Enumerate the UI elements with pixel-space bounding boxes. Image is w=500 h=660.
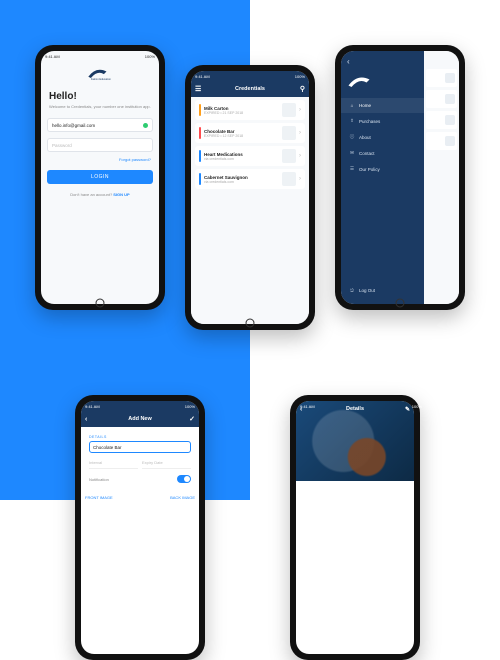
status-battery: 100% xyxy=(145,54,155,59)
status-bar-indicator xyxy=(199,150,201,162)
logout-icon: ⎋ xyxy=(349,288,355,293)
chevron-right-icon: › xyxy=(299,107,301,113)
drawer-item-label: Purchases xyxy=(359,119,380,124)
status-bar-indicator xyxy=(199,173,201,185)
forgot-password-link[interactable]: Forgot password? xyxy=(41,155,159,166)
email-value: hello.info@gmail.com xyxy=(52,123,95,128)
navbar: ☰ Credentials ⚲ xyxy=(191,81,309,97)
credential-row[interactable]: Milk Carton EXPIRED • 21 SEP 2018 › xyxy=(195,100,305,120)
notification-label: Notification xyxy=(89,477,109,482)
hero-image: ‹ Details ✎ xyxy=(296,401,414,481)
status-bar: 9:41 AM 100% xyxy=(41,51,159,61)
status-bar: 9:41 AM100% xyxy=(81,401,199,411)
search-icon[interactable]: ⚲ xyxy=(300,81,305,97)
home-button-icon[interactable] xyxy=(245,318,255,328)
drawer-item-icon: ⇪ xyxy=(349,118,355,124)
list-item[interactable] xyxy=(426,132,457,150)
phone-login: 9:41 AM 100% Falcon Education Hello! Wel… xyxy=(35,45,165,310)
check-icon xyxy=(143,123,148,128)
status-bar: 9:41 AM100% xyxy=(296,401,414,411)
chevron-right-icon: › xyxy=(299,130,301,136)
drawer-item[interactable]: ⌂ Home xyxy=(341,98,424,113)
drawer-item-label: Log Out xyxy=(359,288,375,293)
svg-text:Falcon Education: Falcon Education xyxy=(91,77,111,81)
drawer-item[interactable]: ✉ Contact xyxy=(341,145,424,161)
drawer-item-label: Contact xyxy=(359,151,375,156)
details-section: DETAILS Chocolate Bar Interval Expiry Da… xyxy=(85,431,195,487)
signup-prompt: Don't have an account? SIGN UP xyxy=(41,188,159,201)
name-field[interactable]: Chocolate Bar xyxy=(89,441,191,453)
item-thumbnail xyxy=(282,149,296,163)
home-button-icon[interactable] xyxy=(395,298,405,308)
item-thumbnail xyxy=(282,172,296,186)
item-thumbnail xyxy=(282,103,296,117)
drawer-item[interactable]: ☰ Our Policy xyxy=(341,161,424,177)
status-bar: 9:41 AM100% xyxy=(191,71,309,81)
drawer-item-icon: ⌂ xyxy=(349,103,355,108)
item-meta: via credentials.com xyxy=(204,157,279,161)
drawer-item[interactable]: ⇪ Purchases xyxy=(341,113,424,129)
navbar: ‹ Add New ✓ xyxy=(81,411,199,427)
image-footer: FRONT IMAGE BACK IMAGE xyxy=(81,491,199,504)
login-button[interactable]: LOGIN xyxy=(47,170,153,184)
credential-row[interactable]: Chocolate Bar EXPIRED • 12 SEP 2018 › xyxy=(195,123,305,143)
email-field[interactable]: hello.info@gmail.com xyxy=(47,118,153,132)
credential-row[interactable]: Cabernet Sauvignon via credentials.com › xyxy=(195,169,305,189)
home-button-icon[interactable] xyxy=(95,298,105,308)
interval-field[interactable]: Interval xyxy=(89,457,138,469)
phone-details: 9:41 AM100% ‹ Details ✎ xyxy=(290,395,420,660)
status-time: 9:41 AM xyxy=(45,54,60,59)
brand-logo: Falcon Education xyxy=(87,65,113,81)
front-image-button[interactable]: FRONT IMAGE xyxy=(85,495,113,500)
item-meta: EXPIRED • 21 SEP 2018 xyxy=(204,111,279,115)
menu-icon[interactable]: ☰ xyxy=(195,81,201,97)
status-bar-indicator xyxy=(199,104,201,116)
phone-drawer: ‹ ⌂ Home⇪ Purchasesⓘ About✉ Contact☰ Our… xyxy=(335,45,465,310)
phone-credentials: 9:41 AM100% ☰ Credentials ⚲ Milk Carton … xyxy=(185,65,315,330)
list-item[interactable] xyxy=(426,90,457,108)
back-icon[interactable]: ‹ xyxy=(85,411,87,427)
greeting-title: Hello! xyxy=(41,83,159,104)
drawer-item-label: Our Policy xyxy=(359,167,380,172)
item-meta: via credentials.com xyxy=(204,180,279,184)
navbar-title: Add New xyxy=(128,416,152,422)
drawer-item-label: Home xyxy=(359,103,371,108)
list-item[interactable] xyxy=(426,69,457,87)
back-image-button[interactable]: BACK IMAGE xyxy=(170,495,195,500)
drawer-item-icon: ✉ xyxy=(349,150,355,156)
phone-add-new: 9:41 AM100% ‹ Add New ✓ DETAILS Chocolat… xyxy=(75,395,205,660)
expiry-field[interactable]: Expiry Date xyxy=(142,457,191,469)
credentials-list: Milk Carton EXPIRED • 21 SEP 2018 › Choc… xyxy=(191,97,309,324)
drawer-item-icon: ☰ xyxy=(349,166,355,172)
drawer-logout[interactable]: ⎋ Log Out xyxy=(341,283,424,298)
section-label: DETAILS xyxy=(89,435,191,439)
item-thumbnail xyxy=(282,126,296,140)
status-bar-indicator xyxy=(199,127,201,139)
list-item[interactable] xyxy=(426,111,457,129)
signup-link[interactable]: SIGN UP xyxy=(113,192,129,197)
check-icon[interactable]: ✓ xyxy=(189,411,195,427)
navbar-title: Credentials xyxy=(235,86,265,92)
notification-toggle[interactable] xyxy=(177,475,191,483)
back-icon[interactable]: ‹ xyxy=(341,57,424,70)
nav-drawer: ‹ ⌂ Home⇪ Purchasesⓘ About✉ Contact☰ Our… xyxy=(341,51,424,304)
drawer-item-label: About xyxy=(359,135,371,140)
chevron-right-icon: › xyxy=(299,176,301,182)
greeting-subtitle: Welcome to Credentials, your number one … xyxy=(41,104,159,115)
drawer-item[interactable]: ⓘ About xyxy=(341,129,424,145)
content-peek xyxy=(424,51,459,304)
drawer-item-icon: ⓘ xyxy=(349,134,355,140)
password-field[interactable]: Password xyxy=(47,138,153,152)
brand-logo xyxy=(347,72,377,90)
item-meta: EXPIRED • 12 SEP 2018 xyxy=(204,134,279,138)
chevron-right-icon: › xyxy=(299,153,301,159)
credential-row[interactable]: Heart Medications via credentials.com › xyxy=(195,146,305,166)
password-placeholder: Password xyxy=(52,143,72,148)
